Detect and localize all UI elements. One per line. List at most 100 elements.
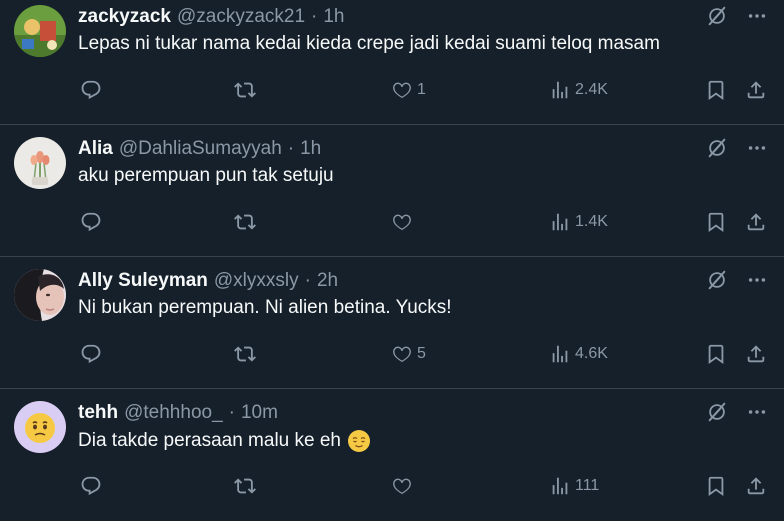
tweet-text: Lepas ni tukar nama kedai kieda crepe ja… xyxy=(78,33,660,55)
separator: · xyxy=(311,6,318,27)
avatar-image xyxy=(14,137,66,189)
views-button[interactable]: 2.4K xyxy=(549,76,608,104)
heart-icon xyxy=(391,343,413,365)
tweet-text: Ni bukan perempuan. Ni alien betina. Yuc… xyxy=(78,297,452,319)
more-icon[interactable] xyxy=(746,269,768,291)
views-button[interactable]: 1.4K xyxy=(549,208,608,236)
like-button[interactable]: 5 xyxy=(391,340,426,368)
tweet-header: zackyzack @zackyzack21 · 1h xyxy=(78,5,345,29)
grok-icon[interactable] xyxy=(706,269,728,291)
share-button[interactable] xyxy=(745,208,767,236)
user-handle[interactable]: @xlyxxsly xyxy=(214,270,299,292)
view-count: 2.4K xyxy=(575,81,608,98)
bookmark-button[interactable] xyxy=(705,472,727,500)
view-count: 4.6K xyxy=(575,345,608,362)
retweet-button[interactable] xyxy=(234,472,256,500)
view-count: 1.4K xyxy=(575,213,608,230)
user-handle[interactable]: @tehhhoo_ xyxy=(124,402,223,424)
display-name[interactable]: Ally Suleyman xyxy=(78,270,208,292)
retweet-icon xyxy=(234,343,256,365)
tweet-header: tehh @tehhhoo_ · 10m xyxy=(78,401,278,425)
bookmark-button[interactable] xyxy=(705,76,727,104)
timestamp[interactable]: 1h xyxy=(300,138,321,160)
reply-button[interactable] xyxy=(80,208,102,236)
retweet-button[interactable] xyxy=(234,208,256,236)
share-button[interactable] xyxy=(745,340,767,368)
like-button[interactable] xyxy=(391,472,417,500)
grok-icon[interactable] xyxy=(706,5,728,27)
share-button[interactable] xyxy=(745,472,767,500)
share-icon xyxy=(745,79,767,101)
views-chart-icon xyxy=(549,475,571,497)
share-icon xyxy=(745,211,767,233)
share-button[interactable] xyxy=(745,76,767,104)
tweet-text-content: Dia takde perasaan malu ke eh xyxy=(78,430,341,451)
grok-icon[interactable] xyxy=(706,137,728,159)
tweet-text-content: Ni bukan perempuan. Ni alien betina. Yuc… xyxy=(78,297,452,318)
avatar[interactable] xyxy=(14,137,66,189)
tweet-top-actions xyxy=(706,5,768,27)
timestamp[interactable]: 10m xyxy=(241,402,278,424)
tweet[interactable]: zackyzack @zackyzack21 · 1h Lepas ni tuk… xyxy=(0,0,784,125)
reply-icon xyxy=(80,79,102,101)
tweet-text: Dia takde perasaan malu ke eh xyxy=(78,429,371,453)
bookmark-icon xyxy=(705,343,727,365)
share-icon xyxy=(745,475,767,497)
reply-button[interactable] xyxy=(80,340,102,368)
reply-button[interactable] xyxy=(80,76,102,104)
tweet-top-actions xyxy=(706,269,768,291)
tweet-header: Ally Suleyman @xlyxxsly · 2h xyxy=(78,269,338,293)
tweet-text: aku perempuan pun tak setuju xyxy=(78,165,334,187)
user-handle[interactable]: @zackyzack21 xyxy=(177,6,305,28)
tweet-actions: 111 xyxy=(78,472,768,500)
tweet-top-actions xyxy=(706,137,768,159)
tweet-text-content: Lepas ni tukar nama kedai kieda crepe ja… xyxy=(78,33,660,54)
heart-icon xyxy=(391,79,413,101)
tweet[interactable]: Alia @DahliaSumayyah · 1h aku perempuan … xyxy=(0,125,784,257)
like-button[interactable] xyxy=(391,208,417,236)
reply-icon xyxy=(80,211,102,233)
views-chart-icon xyxy=(549,211,571,233)
avatar[interactable] xyxy=(14,5,66,57)
retweet-button[interactable] xyxy=(234,76,256,104)
display-name[interactable]: zackyzack xyxy=(78,6,171,28)
timestamp[interactable]: 1h xyxy=(323,6,344,28)
user-handle[interactable]: @DahliaSumayyah xyxy=(119,138,282,160)
tweet-top-actions xyxy=(706,401,768,423)
avatar[interactable] xyxy=(14,401,66,453)
tweet[interactable]: Ally Suleyman @xlyxxsly · 2h Ni bukan pe… xyxy=(0,257,784,389)
retweet-icon xyxy=(234,475,256,497)
views-button[interactable]: 4.6K xyxy=(549,340,608,368)
bookmark-icon xyxy=(705,79,727,101)
reply-icon xyxy=(80,475,102,497)
views-button[interactable]: 111 xyxy=(549,472,599,500)
separator: · xyxy=(304,270,311,291)
bookmark-button[interactable] xyxy=(705,340,727,368)
tweet-actions: 1 2.4K xyxy=(78,76,768,104)
avatar[interactable] xyxy=(14,269,66,321)
heart-icon xyxy=(391,475,413,497)
grok-icon[interactable] xyxy=(706,401,728,423)
separator: · xyxy=(287,138,295,159)
more-icon[interactable] xyxy=(746,137,768,159)
more-icon[interactable] xyxy=(746,401,768,423)
timestamp[interactable]: 2h xyxy=(317,270,338,292)
tweet-header: Alia @DahliaSumayyah · 1h xyxy=(78,137,321,161)
relieved-face-emoji-icon xyxy=(348,430,370,452)
reply-button[interactable] xyxy=(80,472,102,500)
tweet[interactable]: tehh @tehhhoo_ · 10m Dia takde perasaan … xyxy=(0,389,784,521)
display-name[interactable]: tehh xyxy=(78,402,118,424)
like-button[interactable]: 1 xyxy=(391,76,426,104)
display-name[interactable]: Alia xyxy=(78,138,113,160)
views-chart-icon xyxy=(549,79,571,101)
retweet-icon xyxy=(234,79,256,101)
retweet-button[interactable] xyxy=(234,340,256,368)
bookmark-button[interactable] xyxy=(705,208,727,236)
reply-icon xyxy=(80,343,102,365)
retweet-icon xyxy=(234,211,256,233)
tweet-actions: 5 4.6K xyxy=(78,340,768,368)
views-chart-icon xyxy=(549,343,571,365)
tweet-actions: 1.4K xyxy=(78,208,768,236)
more-icon[interactable] xyxy=(746,5,768,27)
share-icon xyxy=(745,343,767,365)
